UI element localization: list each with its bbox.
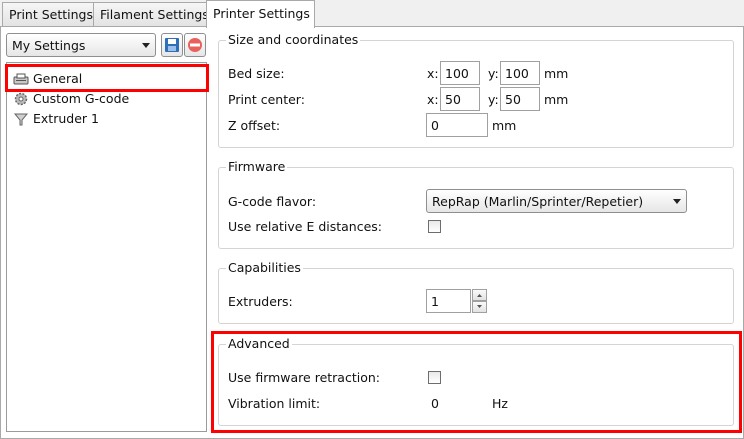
- print-center-x-input[interactable]: 50: [440, 87, 480, 111]
- save-icon: [165, 38, 179, 52]
- extruders-increment-button[interactable]: [472, 289, 487, 301]
- bed-size-unit: mm: [544, 66, 569, 81]
- group-title: Firmware: [226, 159, 288, 174]
- group-title: Capabilities: [226, 260, 303, 275]
- extruders-decrement-button[interactable]: [472, 301, 487, 313]
- chevron-down-icon: [477, 305, 482, 308]
- bed-size-x-input[interactable]: 100: [440, 61, 480, 85]
- save-preset-button[interactable]: [161, 33, 183, 57]
- print-center-unit: mm: [544, 92, 569, 107]
- highlight-advanced: [211, 331, 742, 433]
- gcode-flavor-label: G-code flavor:: [228, 194, 317, 209]
- group-title: Size and coordinates: [226, 32, 361, 47]
- print-center-y-input[interactable]: 50: [500, 87, 540, 111]
- profile-select[interactable]: My Settings: [6, 33, 156, 57]
- tab-print-settings[interactable]: Print Settings: [2, 2, 94, 26]
- chevron-down-icon: [673, 199, 681, 204]
- chevron-down-icon: [142, 43, 150, 48]
- delete-preset-button[interactable]: [184, 33, 206, 57]
- tree-item-extruder-1[interactable]: Extruder 1: [11, 109, 201, 129]
- z-offset-label: Z offset:: [228, 118, 281, 133]
- gcode-flavor-select[interactable]: RepRap (Marlin/Sprinter/Repetier): [426, 189, 687, 213]
- relative-e-checkbox[interactable]: [428, 220, 441, 233]
- tree-item-label: Custom G-code: [33, 91, 130, 106]
- center-y-prefix: y:: [488, 92, 499, 107]
- gcode-flavor-value: RepRap (Marlin/Sprinter/Repetier): [432, 194, 644, 209]
- delete-icon: [188, 38, 202, 52]
- bed-size-label: Bed size:: [228, 66, 285, 81]
- funnel-icon: [13, 113, 29, 126]
- center-x-prefix: x:: [427, 92, 439, 107]
- extruders-input[interactable]: 1: [426, 289, 471, 313]
- settings-tree: General Custom G-code Extruder 1: [6, 62, 207, 432]
- bed-size-y-input[interactable]: 100: [500, 61, 540, 85]
- gear-icon: [14, 92, 28, 106]
- z-offset-input[interactable]: 0: [426, 113, 488, 137]
- extruders-label: Extruders:: [228, 294, 293, 309]
- tab-filament-settings[interactable]: Filament Settings: [93, 2, 209, 26]
- bed-x-prefix: x:: [427, 66, 439, 81]
- print-center-label: Print center:: [228, 92, 305, 107]
- tree-item-label: Extruder 1: [33, 111, 99, 126]
- chevron-up-icon: [477, 294, 482, 297]
- relative-e-label: Use relative E distances:: [228, 219, 383, 234]
- tree-item-custom-gcode[interactable]: Custom G-code: [11, 89, 201, 109]
- tab-printer-settings[interactable]: Printer Settings: [206, 0, 315, 28]
- bed-y-prefix: y:: [488, 66, 499, 81]
- highlight-general: [5, 64, 209, 92]
- z-offset-unit: mm: [492, 118, 517, 133]
- profile-select-value: My Settings: [12, 38, 86, 53]
